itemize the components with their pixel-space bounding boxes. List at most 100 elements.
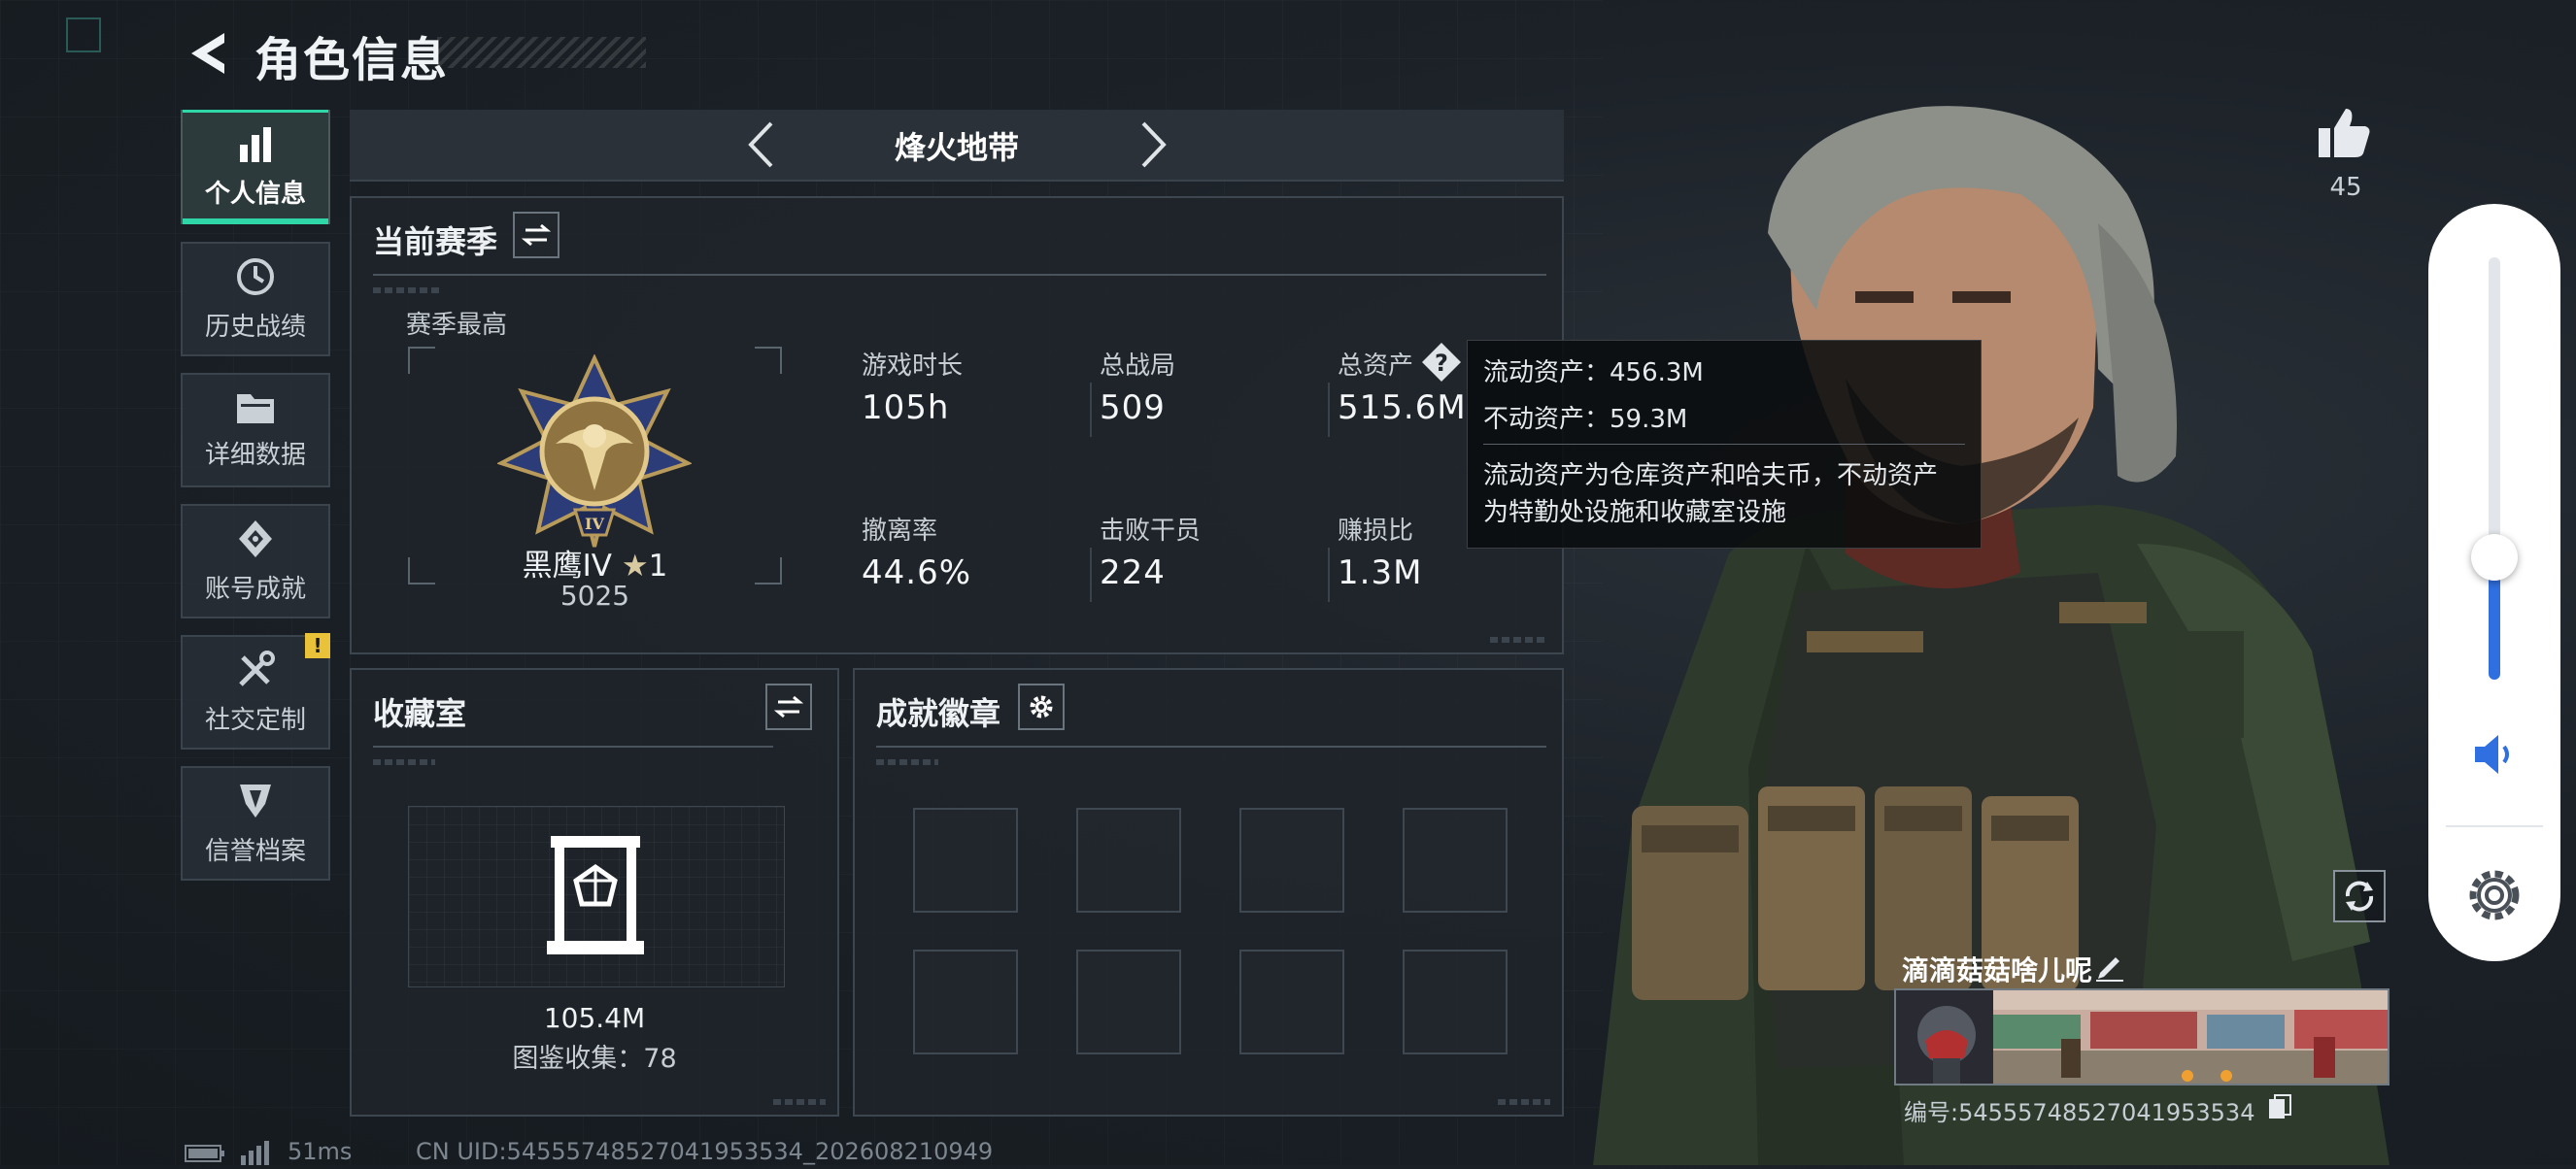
- folder-icon: [237, 393, 274, 423]
- rank-name: 黑鹰IV: [522, 549, 612, 584]
- battery-icon: [185, 1144, 225, 1167]
- bar-chart-icon: [240, 126, 271, 162]
- stat-separator: [1328, 548, 1330, 602]
- badge-slot[interactable]: [1403, 950, 1508, 1054]
- player-name: 滴滴菇菇啥儿呢: [1902, 954, 2093, 986]
- gear-icon: [2469, 870, 2520, 920]
- badge-slot[interactable]: [913, 950, 1018, 1054]
- display-case-icon: [547, 836, 644, 954]
- player-card-banner[interactable]: [1894, 988, 2390, 1086]
- divider: [373, 274, 1546, 276]
- stat-label: 游戏时长: [862, 351, 964, 381]
- rank-star-count: 1: [648, 549, 668, 584]
- stat-value-profit-loss: 1.3M: [1338, 553, 1423, 592]
- svg-text:?: ?: [1435, 350, 1448, 377]
- corner-marker: [66, 17, 101, 52]
- season-title: 当前赛季: [373, 223, 498, 260]
- decoration: [876, 759, 938, 765]
- warning-badge: !: [305, 633, 330, 658]
- sidebar-item-personal-info[interactable]: 个人信息: [181, 110, 330, 224]
- stat-value-total-matches: 509: [1100, 388, 1166, 427]
- pencil-icon: [2096, 957, 2123, 982]
- season-best-label: 赛季最高: [406, 311, 508, 340]
- speaker-button[interactable]: [2471, 733, 2518, 780]
- badge-slot[interactable]: [1239, 950, 1344, 1054]
- stat-label: 撤离率: [862, 517, 938, 546]
- collection-count: 图鉴收集：78: [512, 1044, 677, 1074]
- next-mode-button[interactable]: [1127, 117, 1181, 172]
- tooltip-liquid-assets: 流动资产：456.3M: [1483, 358, 1704, 387]
- sidebar-item-reputation[interactable]: 信誉档案: [181, 766, 330, 881]
- like-button[interactable]: [2317, 105, 2371, 163]
- mode-selector: 烽火地带: [350, 110, 1564, 182]
- help-button[interactable]: ?: [1420, 341, 1463, 387]
- stat-separator: [1328, 383, 1330, 437]
- decoration: [373, 759, 435, 765]
- sidebar-item-social-custom[interactable]: ! 社交定制: [181, 633, 330, 750]
- volume-slider-handle[interactable]: [2471, 534, 2518, 581]
- speaker-icon: [2475, 735, 2509, 774]
- rank-name-row: 黑鹰IV ★1: [408, 541, 782, 584]
- refresh-icon: [2345, 881, 2374, 912]
- collection-panel: 收藏室 105.4M 图鉴收集：78: [350, 668, 839, 1117]
- stat-label: 总资产: [1338, 351, 1414, 381]
- tooltip-divider: [1483, 444, 1965, 445]
- like-count: 45: [2329, 173, 2362, 202]
- tools-icon: [239, 650, 275, 686]
- chevron-right-icon: [1141, 121, 1167, 168]
- copy-id-button[interactable]: [2267, 1093, 2292, 1124]
- sidebar-item-history[interactable]: 历史战绩: [181, 242, 330, 356]
- rotate-view-button[interactable]: [2333, 870, 2386, 922]
- thumbs-up-icon: [2319, 109, 2370, 157]
- rank-emblem-icon: IV: [497, 354, 692, 548]
- volume-divider: [2446, 825, 2543, 827]
- stat-separator: [1090, 383, 1092, 437]
- ping-value: 51ms: [288, 1138, 353, 1165]
- stat-label: 总战局: [1100, 351, 1176, 381]
- sidebar-item-label: 信誉档案: [204, 836, 306, 866]
- decoration: [373, 287, 441, 293]
- tooltip-description-line1: 流动资产为仓库资产和哈夫币，不动资产: [1483, 461, 1939, 490]
- achievement-icon: [239, 519, 272, 557]
- collection-value: 105.4M: [543, 1002, 646, 1034]
- swap-icon: [522, 223, 551, 247]
- sidebar-item-label: 详细数据: [204, 440, 306, 470]
- achievement-title: 成就徽章: [876, 695, 1001, 732]
- uid-text: CN UID:54555748527041953534_202608210949: [416, 1138, 994, 1165]
- badge-slot[interactable]: [1403, 808, 1508, 913]
- achievement-settings-button[interactable]: [1018, 684, 1065, 730]
- avatar-image: [1917, 1006, 1976, 1084]
- banner-image: [1993, 990, 2388, 1084]
- sidebar-item-detailed-data[interactable]: 详细数据: [181, 373, 330, 487]
- player-id: 编号:54555748527041953534: [1904, 1099, 2255, 1126]
- season-switch-button[interactable]: [513, 212, 559, 258]
- sidebar-item-achievements[interactable]: 账号成就: [181, 504, 330, 618]
- edit-name-button[interactable]: [2094, 952, 2125, 986]
- decoration: [773, 1099, 826, 1105]
- divider: [876, 746, 1546, 748]
- sidebar-item-label: 个人信息: [204, 179, 306, 209]
- tooltip-description-line2: 为特勤处设施和收藏室设施: [1483, 498, 1787, 527]
- shield-icon: [240, 784, 271, 818]
- settings-button[interactable]: [2463, 864, 2525, 930]
- badge-slot[interactable]: [1239, 808, 1344, 913]
- sidebar-item-label: 历史战绩: [204, 312, 306, 342]
- badge-slot[interactable]: [1076, 950, 1181, 1054]
- volume-panel: [2428, 204, 2560, 961]
- stat-separator: [1090, 548, 1092, 602]
- mode-title: 烽火地带: [894, 129, 1019, 166]
- frame-corner: [755, 347, 782, 374]
- decoration: [1498, 1099, 1550, 1105]
- question-icon: ?: [1422, 343, 1461, 382]
- badge-slot[interactable]: [913, 808, 1018, 913]
- avatar: [1896, 990, 1993, 1084]
- stat-label: 击败干员: [1100, 517, 1202, 546]
- history-icon: [237, 257, 274, 295]
- collection-preview[interactable]: [408, 806, 785, 987]
- back-button[interactable]: [183, 29, 231, 78]
- assets-tooltip: 流动资产：456.3M 不动资产：59.3M 流动资产为仓库资产和哈夫币，不动资…: [1467, 340, 1982, 549]
- sidebar-item-label: 账号成就: [204, 574, 306, 604]
- collection-switch-button[interactable]: [765, 684, 812, 730]
- decoration: [1490, 637, 1548, 643]
- badge-slot[interactable]: [1076, 808, 1181, 913]
